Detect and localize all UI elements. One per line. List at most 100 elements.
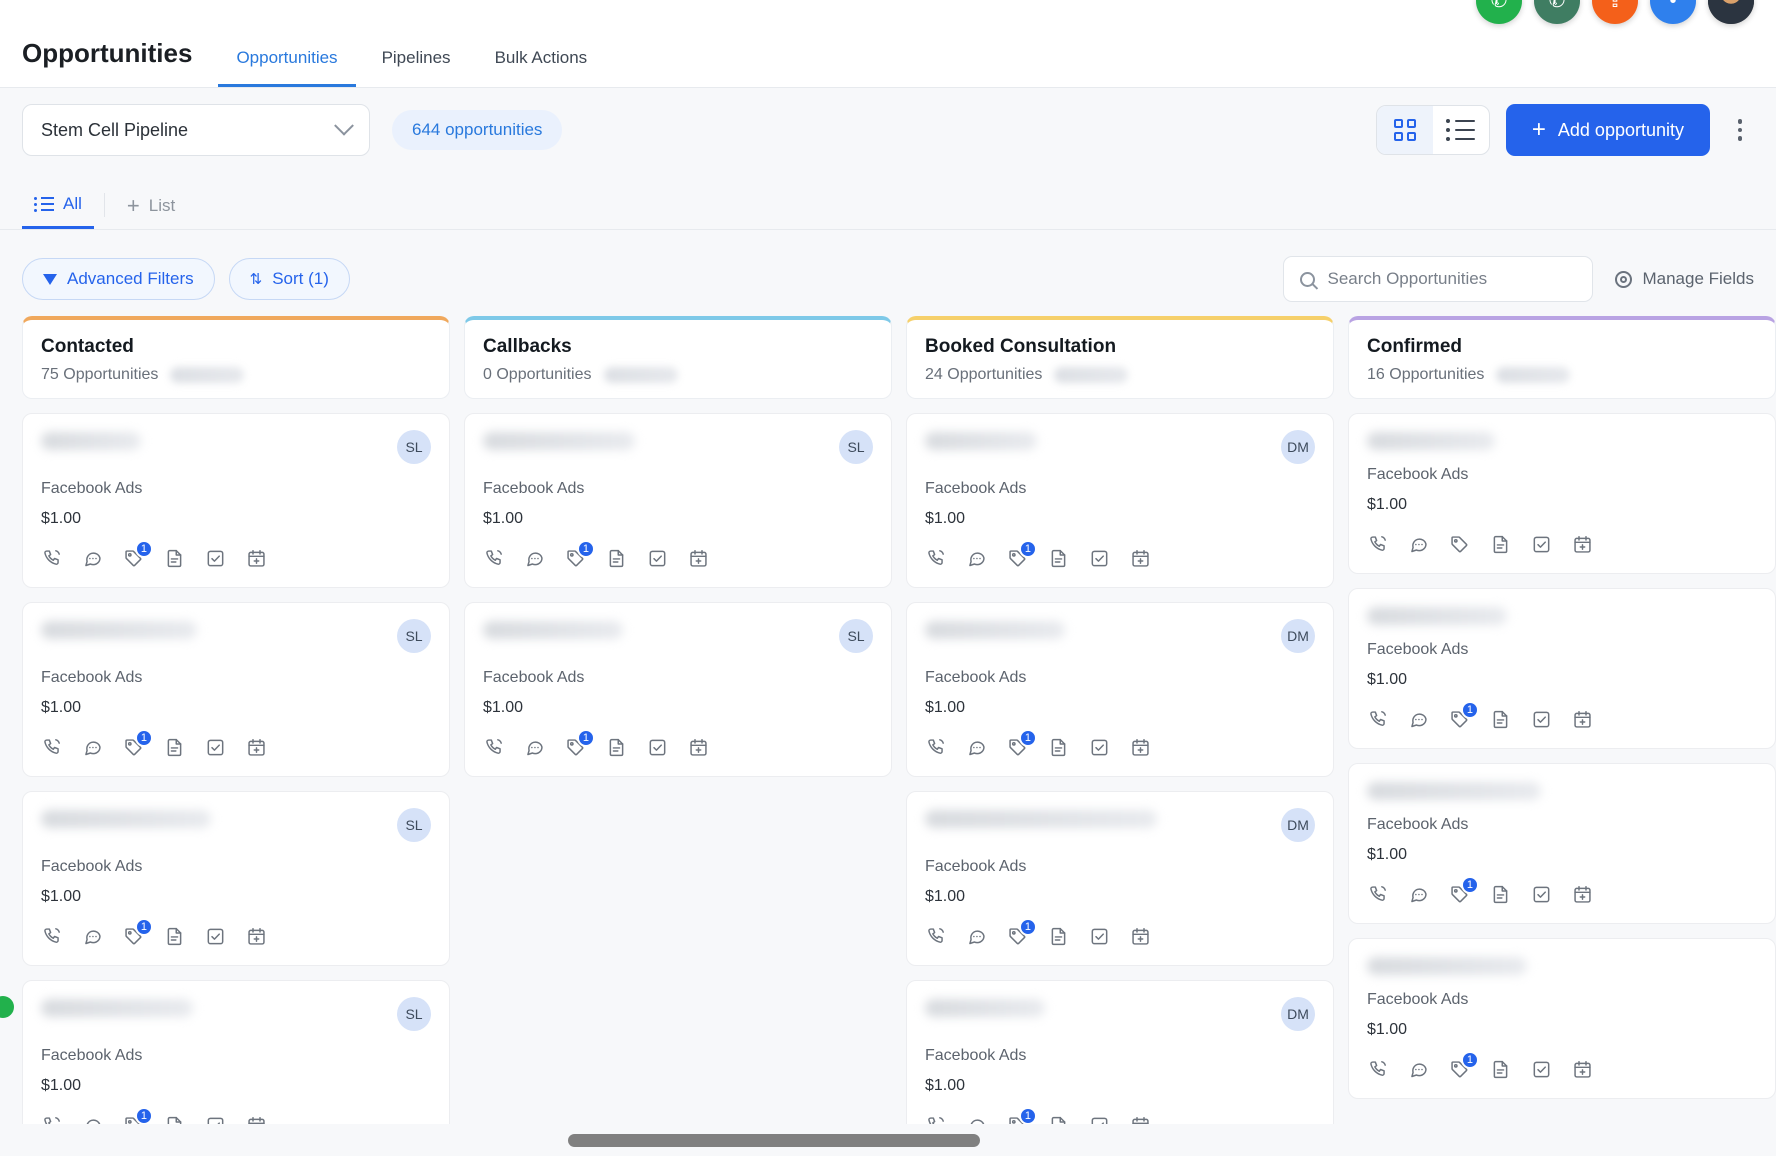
add-opportunity-button[interactable]: + Add opportunity — [1505, 104, 1710, 156]
tag-icon[interactable]: 1 — [1449, 876, 1479, 905]
phone-icon[interactable] — [483, 737, 504, 758]
tag-icon[interactable]: 1 — [1449, 701, 1479, 730]
grid-view-button[interactable] — [1376, 106, 1433, 154]
document-icon[interactable] — [1048, 548, 1069, 569]
chat-icon[interactable] — [1408, 1059, 1429, 1080]
kebab-menu-icon[interactable] — [1726, 119, 1754, 141]
tab-pipelines[interactable]: Pipelines — [364, 38, 469, 87]
task-checkbox-icon[interactable] — [205, 926, 226, 947]
phone-icon[interactable] — [41, 548, 62, 569]
opportunity-card[interactable]: SL Facebook Ads $1.00 1 — [464, 413, 892, 588]
opportunity-card[interactable]: SL Facebook Ads $1.00 1 — [22, 980, 450, 1124]
chat-icon[interactable] — [1408, 709, 1429, 730]
advanced-filters-button[interactable]: Advanced Filters — [22, 258, 215, 300]
document-icon[interactable] — [1490, 884, 1511, 905]
document-icon[interactable] — [606, 548, 627, 569]
document-icon[interactable] — [164, 926, 185, 947]
task-checkbox-icon[interactable] — [647, 548, 668, 569]
chat-icon[interactable] — [82, 737, 103, 758]
sort-button[interactable]: ⇅ Sort (1) — [228, 258, 350, 300]
calendar-add-icon[interactable] — [246, 548, 267, 569]
calendar-add-icon[interactable] — [246, 1115, 267, 1124]
task-checkbox-icon[interactable] — [205, 548, 226, 569]
upload-fab[interactable]: ⇪ — [1592, 0, 1638, 24]
view-toggle[interactable] — [1375, 105, 1490, 155]
phone-icon[interactable] — [41, 737, 62, 758]
task-checkbox-icon[interactable] — [1089, 926, 1110, 947]
chat-icon[interactable] — [966, 1115, 987, 1124]
chat-icon[interactable] — [966, 926, 987, 947]
task-checkbox-icon[interactable] — [1089, 1115, 1110, 1124]
task-checkbox-icon[interactable] — [1531, 534, 1552, 555]
calendar-add-icon[interactable] — [1572, 534, 1593, 555]
chat-icon[interactable] — [524, 548, 545, 569]
phone-icon[interactable] — [1367, 1059, 1388, 1080]
tag-icon[interactable]: 1 — [1007, 918, 1037, 947]
document-icon[interactable] — [1048, 926, 1069, 947]
tag-icon[interactable]: 1 — [123, 918, 153, 947]
tag-icon[interactable] — [1449, 534, 1470, 555]
task-checkbox-icon[interactable] — [1089, 737, 1110, 758]
tab-bulk-actions[interactable]: Bulk Actions — [477, 38, 606, 87]
tab-opportunities[interactable]: Opportunities — [218, 38, 356, 87]
phone-icon[interactable] — [925, 737, 946, 758]
phone-icon[interactable] — [925, 548, 946, 569]
tag-icon[interactable]: 1 — [123, 540, 153, 569]
list-view-button[interactable] — [1433, 106, 1489, 154]
calendar-add-icon[interactable] — [246, 926, 267, 947]
task-checkbox-icon[interactable] — [205, 737, 226, 758]
info-fab[interactable]: • — [1650, 0, 1696, 24]
chat-icon[interactable] — [1408, 534, 1429, 555]
list-tab-all[interactable]: All — [22, 194, 94, 229]
document-icon[interactable] — [1490, 534, 1511, 555]
phone-icon[interactable] — [1367, 534, 1388, 555]
calendar-add-icon[interactable] — [1572, 709, 1593, 730]
task-checkbox-icon[interactable] — [1531, 884, 1552, 905]
manage-fields-button[interactable]: Manage Fields — [1615, 269, 1754, 289]
opportunity-card[interactable]: DM Facebook Ads $1.00 1 — [906, 413, 1334, 588]
task-checkbox-icon[interactable] — [205, 1115, 226, 1124]
chat-icon[interactable] — [82, 926, 103, 947]
chat-icon[interactable] — [82, 1115, 103, 1124]
whatsapp-fab[interactable]: ✆ — [1476, 0, 1522, 24]
phone-icon[interactable] — [1367, 884, 1388, 905]
chat-icon[interactable] — [1408, 884, 1429, 905]
calendar-add-icon[interactable] — [246, 737, 267, 758]
tag-icon[interactable]: 1 — [1007, 729, 1037, 758]
opportunity-card[interactable]: SL Facebook Ads $1.00 1 — [22, 413, 450, 588]
document-icon[interactable] — [164, 737, 185, 758]
search-opportunities-box[interactable] — [1283, 256, 1594, 302]
tag-icon[interactable]: 1 — [1007, 540, 1037, 569]
opportunity-card[interactable]: SL Facebook Ads $1.00 1 — [22, 791, 450, 966]
document-icon[interactable] — [1048, 1115, 1069, 1124]
task-checkbox-icon[interactable] — [647, 737, 668, 758]
calendar-add-icon[interactable] — [1130, 926, 1151, 947]
calendar-add-icon[interactable] — [1130, 1115, 1151, 1124]
opportunity-card[interactable]: Facebook Ads $1.00 1 — [1348, 938, 1776, 1099]
tag-icon[interactable]: 1 — [565, 729, 595, 758]
tag-icon[interactable]: 1 — [1007, 1107, 1037, 1124]
chat-icon[interactable] — [966, 737, 987, 758]
phone-icon[interactable] — [925, 926, 946, 947]
phone-icon[interactable] — [41, 1115, 62, 1124]
calendar-add-icon[interactable] — [1130, 737, 1151, 758]
phone-icon[interactable] — [41, 926, 62, 947]
document-icon[interactable] — [164, 548, 185, 569]
opportunity-card[interactable]: DM Facebook Ads $1.00 1 — [906, 602, 1334, 777]
chat-icon[interactable] — [82, 548, 103, 569]
floating-action-buttons[interactable]: ✆ ✆ ⇪ • — [1476, 0, 1754, 24]
user-avatar-fab[interactable] — [1708, 0, 1754, 24]
phone-icon[interactable] — [1367, 709, 1388, 730]
phone-fab[interactable]: ✆ — [1534, 0, 1580, 24]
pipeline-select[interactable]: Stem Cell Pipeline — [22, 104, 370, 156]
opportunity-card[interactable]: SL Facebook Ads $1.00 1 — [464, 602, 892, 777]
calendar-add-icon[interactable] — [1572, 884, 1593, 905]
calendar-add-icon[interactable] — [688, 737, 709, 758]
horizontal-scrollbar[interactable] — [0, 1134, 1776, 1148]
calendar-add-icon[interactable] — [688, 548, 709, 569]
phone-icon[interactable] — [925, 1115, 946, 1124]
document-icon[interactable] — [1490, 1059, 1511, 1080]
document-icon[interactable] — [606, 737, 627, 758]
opportunity-card[interactable]: SL Facebook Ads $1.00 1 — [22, 602, 450, 777]
opportunity-card[interactable]: DM Facebook Ads $1.00 1 — [906, 980, 1334, 1124]
